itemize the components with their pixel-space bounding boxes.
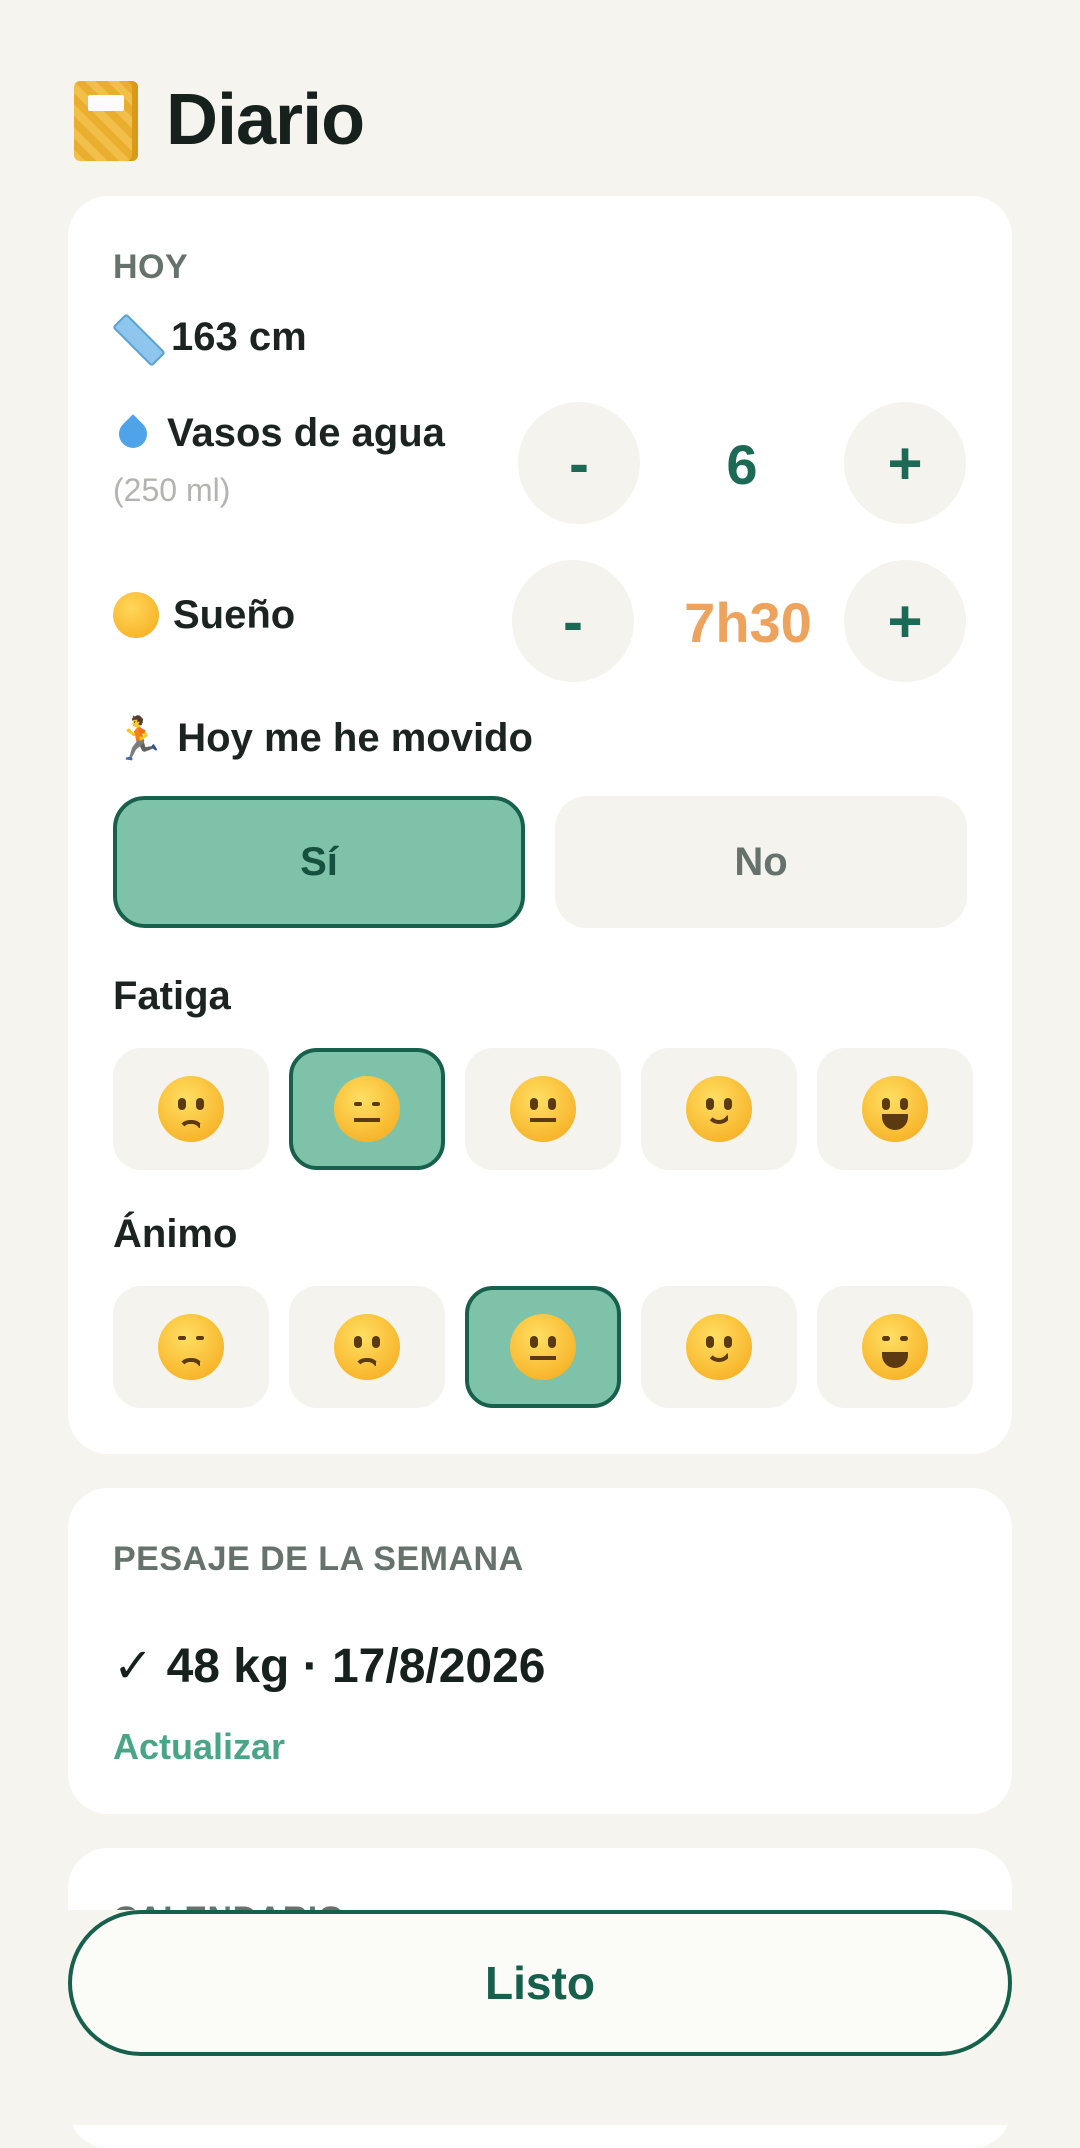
mood-option-3[interactable] — [465, 1286, 621, 1408]
sleep-increment-button[interactable]: + — [844, 560, 966, 682]
moved-no-button[interactable]: No — [555, 796, 967, 928]
moved-yes-button[interactable]: Sí — [113, 796, 525, 928]
runner-icon: 🏃 — [113, 714, 166, 762]
water-row: Vasos de agua — [113, 410, 445, 456]
weight-summary: ✓ 48 kg · 17/8/2026 — [113, 1638, 546, 1694]
notebook-icon — [68, 77, 144, 163]
disappointed-face-icon — [158, 1314, 224, 1380]
water-count: 6 — [726, 433, 758, 496]
fatigue-scale — [113, 1048, 973, 1170]
sleep-decrement-button[interactable]: - — [512, 560, 634, 682]
slightly-frowning-face-icon — [334, 1314, 400, 1380]
mood-option-2[interactable] — [289, 1286, 445, 1408]
water-sublabel: (250 ml) — [113, 472, 231, 508]
fatigue-option-2[interactable] — [289, 1048, 445, 1170]
fatigue-option-1[interactable] — [113, 1048, 269, 1170]
fatigue-option-3[interactable] — [465, 1048, 621, 1170]
page-title: Diario — [166, 80, 365, 160]
moved-row: 🏃 Hoy me he movido — [113, 716, 533, 761]
check-icon: ✓ — [113, 1640, 154, 1693]
grinning-face-icon — [862, 1076, 928, 1142]
mood-label: Ánimo — [113, 1212, 238, 1256]
section-label-today: HOY — [113, 248, 189, 286]
mood-scale — [113, 1286, 973, 1408]
water-label: Vasos de agua — [167, 410, 445, 455]
grinning-smiling-eyes-face-icon — [862, 1314, 928, 1380]
slightly-smiling-face-icon — [686, 1314, 752, 1380]
mood-option-1[interactable] — [113, 1286, 269, 1408]
sleep-value: 7h30 — [684, 591, 812, 654]
sleep-label: Sueño — [173, 592, 296, 637]
mood-option-4[interactable] — [641, 1286, 797, 1408]
neutral-face-icon — [510, 1314, 576, 1380]
section-label-weighing: PESAJE DE LA SEMANA — [113, 1540, 524, 1578]
moved-label: Hoy me he movido — [177, 716, 533, 760]
ruler-icon — [113, 314, 159, 360]
fatigue-option-5[interactable] — [817, 1048, 973, 1170]
height-row: 163 cm — [113, 314, 307, 360]
sleep-row: Sueño — [113, 592, 295, 638]
neutral-face-icon — [510, 1076, 576, 1142]
weight-value: 48 kg · 17/8/2026 — [166, 1640, 546, 1693]
weighing-card: PESAJE DE LA SEMANA ✓ 48 kg · 17/8/2026 … — [68, 1488, 1012, 1814]
fatigue-label: Fatiga — [113, 974, 231, 1018]
droplet-icon — [113, 410, 153, 456]
weary-face-icon — [158, 1076, 224, 1142]
update-weight-link[interactable]: Actualizar — [113, 1726, 285, 1768]
water-increment-button[interactable]: + — [844, 402, 966, 524]
mood-option-5[interactable] — [817, 1286, 973, 1408]
fatigue-option-4[interactable] — [641, 1048, 797, 1170]
done-button[interactable]: Listo — [68, 1910, 1012, 2056]
sleeping-face-icon — [113, 592, 159, 638]
height-value: 163 cm — [171, 314, 307, 359]
sleepy-face-icon — [334, 1076, 400, 1142]
water-decrement-button[interactable]: - — [518, 402, 640, 524]
header: Diario — [68, 70, 365, 170]
today-card: HOY 163 cm Vasos de agua (250 ml) - 6 + … — [68, 196, 1012, 1454]
slightly-smiling-face-icon — [686, 1076, 752, 1142]
